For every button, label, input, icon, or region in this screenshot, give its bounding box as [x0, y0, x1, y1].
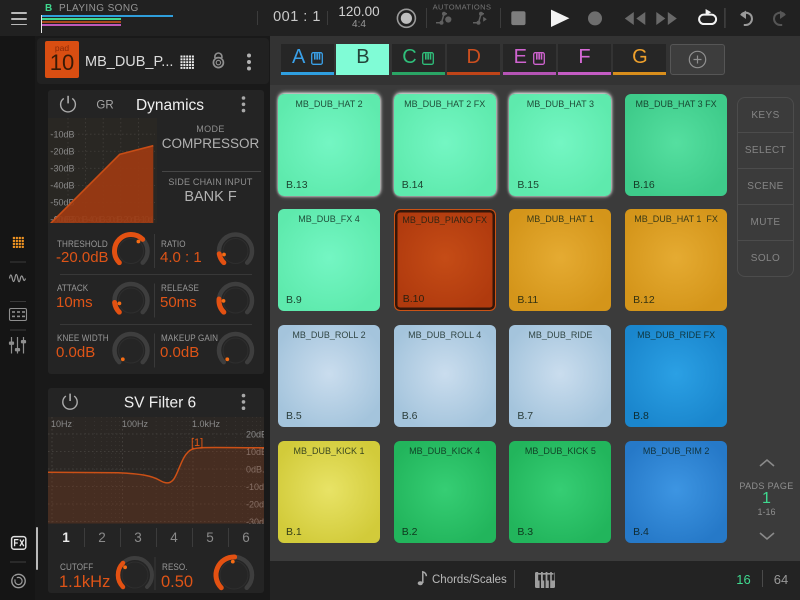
svg-text:16: 16 — [736, 572, 750, 587]
svg-text:Dynamics: Dynamics — [136, 97, 204, 114]
svg-text:-10dB: -10dB — [51, 129, 75, 139]
svg-text:10Hz: 10Hz — [51, 419, 73, 429]
svg-text:5: 5 — [206, 530, 214, 545]
svg-text:6: 6 — [242, 530, 250, 545]
svg-text:SV Filter 6: SV Filter 6 — [124, 395, 196, 412]
svg-text:1.0kHz: 1.0kHz — [192, 419, 221, 429]
svg-text:-40dB: -40dB — [51, 180, 75, 190]
svg-text:3: 3 — [134, 530, 142, 545]
svg-text:20dB: 20dB — [246, 429, 264, 439]
svg-text:GR: GR — [96, 100, 113, 112]
svg-text:100Hz: 100Hz — [122, 419, 149, 429]
svg-text:4: 4 — [170, 530, 178, 545]
svg-text:-30dB: -30dB — [51, 163, 75, 173]
svg-text:Chords/Scales: Chords/Scales — [432, 574, 507, 586]
svg-text:1: 1 — [62, 530, 70, 545]
svg-text:64: 64 — [774, 572, 788, 587]
svg-text:AUTOMATIONS: AUTOMATIONS — [433, 3, 492, 12]
svg-text:-20dB: -20dB — [51, 146, 75, 156]
svg-text:[1]: [1] — [191, 437, 203, 449]
svg-text:2: 2 — [98, 530, 106, 545]
